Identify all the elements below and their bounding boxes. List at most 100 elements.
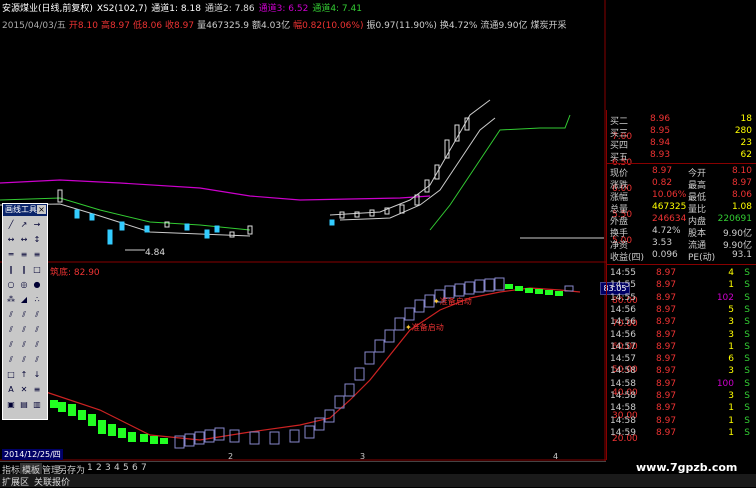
drawing-tool-icon[interactable]: ○ [6,280,16,290]
bid-volume: 62 [740,150,752,160]
drawing-tool-icon[interactable]: ⫽ [32,355,42,365]
tick-volume: 3 [728,317,734,328]
info-pct: 幅0.82(10.06%) [293,21,364,31]
drawing-tool-icon[interactable]: ╱ [6,220,16,230]
info-amount: 额4.03亿 [252,21,291,31]
indicator-bar [545,290,553,295]
drawing-tool-icon[interactable]: ▤ [19,400,29,410]
drawing-tool-icon[interactable]: ↗ [19,220,29,230]
tab-3[interactable]: 3 [105,463,111,473]
drawing-tool-icon[interactable]: ⫽ [19,310,29,320]
drawing-tool-icon[interactable]: → [32,220,42,230]
tab-4[interactable]: 4 [114,463,120,473]
tick-time: 14:59 [610,427,636,438]
quote-row: 外盘 246634 内盘 220691 [608,214,756,227]
info-close: 收8.97 [165,21,195,31]
drawing-tool-icon[interactable]: ▥ [32,400,42,410]
stock-name: 安源煤业(日线,前复权) [2,4,93,14]
drawing-tool-icon[interactable]: ⫽ [6,310,16,320]
bid-volume: 280 [734,126,752,136]
tick-row: 14:57 8.97 6 S [608,354,756,366]
indicator-box [494,277,505,291]
indicator-box [394,317,405,331]
drawing-tool-icon[interactable]: ═ [6,250,16,260]
tick-row: 14:55 8.97 4 S [608,268,756,280]
drawing-tool-icon[interactable]: ● [32,280,42,290]
drawing-tool-icon[interactable]: ↕ [32,235,42,245]
tab-related-quote[interactable]: 关联报价 [34,475,70,488]
drawing-tool-icon[interactable]: ⫽ [19,325,29,335]
drawing-tool-icon[interactable]: ≡ [32,385,42,395]
quote-row: 现价 8.97 今开 8.10 [608,166,756,179]
bid-price: 8.94 [650,138,671,148]
drawing-tool-icon[interactable]: ⫽ [19,355,29,365]
drawing-tool-icon[interactable]: ≡ [19,250,29,260]
tick-row: 14:56 8.97 3 S [608,330,756,342]
drawing-tool-icon[interactable]: ⫽ [32,340,42,350]
indicator-bar [68,404,76,416]
tick-row: 14:57 8.97 1 S [608,342,756,354]
drawing-tool-icon[interactable]: ⫽ [32,310,42,320]
chart-title-bar: 安源煤业(日线,前复权) XS2(102,7) 通道1: 8.18 通道2: 7.86… [2,1,366,14]
main-chart[interactable] [0,0,606,461]
quote-value: 8.97 [731,178,752,188]
drawing-tool-icon[interactable]: ⫽ [6,340,16,350]
tick-row: 14:58 8.97 3 S [608,366,756,378]
drawing-tool-icon[interactable]: ◎ [19,280,29,290]
drawing-tool-icon[interactable]: ⫽ [6,355,16,365]
candle [144,225,150,233]
signal-label: ✦准备启动 [405,323,444,332]
channel-line [429,114,571,231]
lower-indicator-label: 筑底: 82.90 [50,268,100,278]
drawing-toolbox[interactable]: 画线工具 × ╱ ↗ → ↔ ↔ ↕ ═ ≡ ≡ ∥ ∥ □ ○ ◎ ● ⁂ ◢ ∴ ⫽ ⫽ ⫽ ⫽ ⫽ ⫽ ⫽ ⫽ ⫽ ⫽ ⫽ ⫽ □ ↑ ↓ A… [2,203,48,420]
drawing-tool-icon[interactable]: ∴ [32,295,42,305]
drawing-tool-icon[interactable]: ◢ [19,295,29,305]
indicator-bar [535,289,543,294]
tick-side: S [744,354,750,365]
indicator-box [194,431,205,445]
tick-side: S [744,329,750,340]
drawing-tool-icon[interactable]: ⫽ [32,325,42,335]
drawing-tool-icon[interactable]: □ [32,265,42,275]
quote-value: 0.82 [652,178,673,188]
tab-7[interactable]: 7 [141,463,147,473]
tick-price: 8.97 [656,329,677,340]
drawing-tool-icon[interactable]: ∥ [19,265,29,275]
tab-extension-area[interactable]: 扩展区 [2,475,29,488]
drawing-tool-icon[interactable]: ↔ [19,235,29,245]
drawing-tool-icon[interactable]: □ [6,370,16,380]
tick-price: 8.97 [656,427,677,438]
quote-value: 8.97 [652,166,673,176]
toolbox-header[interactable]: 画线工具 × [3,204,47,216]
drawing-tool-icon[interactable]: ∥ [6,265,16,275]
status-bar: 扩展区 关联报价 [0,474,756,488]
channel-line [0,179,431,201]
quote-value: 1.08 [731,202,752,212]
drawing-tool-icon[interactable]: ⁂ [6,295,16,305]
drawing-tool-icon[interactable]: A [6,385,16,395]
drawing-tool-icon[interactable]: ✕ [19,385,29,395]
tick-volume: 1 [728,415,734,426]
tab-6[interactable]: 6 [132,463,138,473]
indicator-curve [39,287,581,441]
tick-time: 14:57 [610,354,636,365]
close-icon[interactable]: × [37,205,46,214]
drawing-tool-icon[interactable]: ⫽ [6,325,16,335]
tab-5[interactable]: 5 [123,463,129,473]
drawing-tool-icon[interactable]: ▣ [6,400,16,410]
tick-volume: 1 [728,341,734,352]
drawing-tool-icon[interactable]: ≡ [32,250,42,260]
tab-1[interactable]: 1 [87,463,93,473]
tick-price: 8.97 [656,403,677,414]
drawing-tool-icon[interactable]: ⫽ [19,340,29,350]
tick-time: 14:58 [610,403,636,414]
tab-2[interactable]: 2 [96,463,102,473]
tick-row: 14:55 8.97 1 S [608,280,756,292]
drawing-tool-icon[interactable]: ↑ [19,370,29,380]
tick-time: 14:55 [610,280,636,291]
tick-time: 14:56 [610,329,636,340]
quote-value: 10.06% [652,190,687,200]
drawing-tool-icon[interactable]: ↔ [6,235,16,245]
x-tick: 2 [228,452,234,461]
drawing-tool-icon[interactable]: ↓ [32,370,42,380]
